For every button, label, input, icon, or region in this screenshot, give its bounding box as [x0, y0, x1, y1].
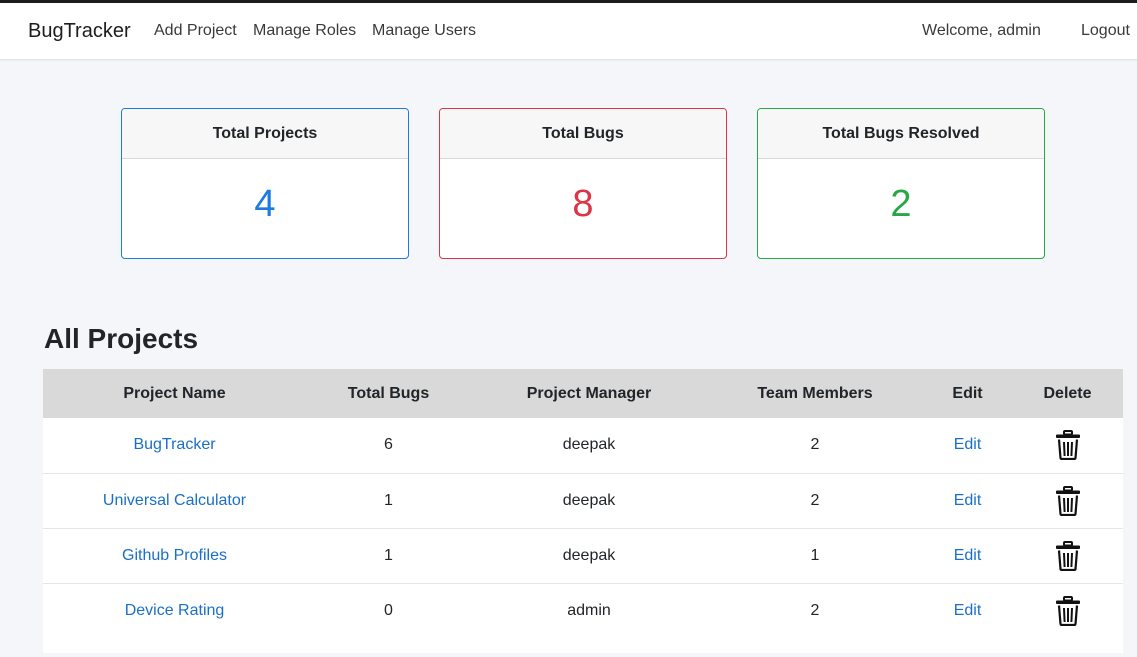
total-bugs-card: Total Bugs 8	[439, 108, 727, 259]
total-projects-label: Total Projects	[122, 109, 408, 159]
table-row: Universal Calculator 1 deepak 2 Edit	[43, 473, 1123, 528]
col-header-team-members: Team Members	[757, 384, 873, 402]
trash-icon[interactable]	[1055, 485, 1081, 516]
project-manager-cell: deepak	[562, 436, 616, 454]
project-name-link[interactable]: Github Profiles	[122, 547, 227, 564]
table-header-row: Project Name Total Bugs Project Manager …	[43, 369, 1123, 418]
navbar: BugTracker Add Project Manage Roles Mana…	[0, 3, 1137, 60]
welcome-text: Welcome, admin	[922, 22, 1041, 39]
table-row: BugTracker 6 deepak 2 Edit	[43, 418, 1123, 473]
nav-add-project[interactable]: Add Project	[154, 22, 237, 40]
team-members-cell: 1	[810, 546, 820, 564]
edit-link[interactable]: Edit	[954, 492, 982, 509]
project-name-link[interactable]: Device Rating	[125, 602, 225, 619]
project-manager-cell: admin	[567, 601, 611, 619]
total-bugs-resolved-label: Total Bugs Resolved	[758, 109, 1044, 159]
edit-link[interactable]: Edit	[954, 547, 982, 564]
col-header-delete: Delete	[1043, 384, 1092, 402]
trash-icon[interactable]	[1055, 595, 1081, 626]
total-bugs-resolved-value: 2	[890, 183, 912, 225]
col-header-edit: Edit	[952, 384, 983, 402]
total-bugs-value: 8	[572, 183, 594, 225]
col-header-project-manager: Project Manager	[526, 384, 652, 402]
project-name-link[interactable]: BugTracker	[133, 436, 215, 453]
total-bugs-cell: 0	[384, 601, 393, 619]
col-header-total-bugs: Total Bugs	[347, 384, 430, 402]
total-bugs-resolved-card: Total Bugs Resolved 2	[757, 108, 1045, 259]
total-bugs-label: Total Bugs	[440, 109, 726, 159]
team-members-cell: 2	[810, 491, 820, 509]
projects-table: Project Name Total Bugs Project Manager …	[43, 369, 1123, 638]
trash-icon[interactable]	[1055, 430, 1081, 461]
team-members-cell: 2	[810, 601, 820, 619]
edit-link[interactable]: Edit	[954, 602, 982, 619]
nav-manage-users[interactable]: Manage Users	[372, 22, 476, 40]
total-bugs-cell: 6	[384, 436, 393, 454]
total-projects-value: 4	[254, 183, 276, 225]
total-projects-card: Total Projects 4	[121, 108, 409, 259]
table-row: Device Rating 0 admin 2 Edit	[43, 583, 1123, 638]
team-members-cell: 2	[810, 436, 820, 454]
project-name-link[interactable]: Universal Calculator	[103, 492, 246, 509]
table-row: Github Profiles 1 deepak 1 Edit	[43, 528, 1123, 583]
col-header-project-name: Project Name	[123, 384, 226, 402]
edit-link[interactable]: Edit	[954, 436, 982, 453]
total-bugs-cell: 1	[384, 491, 393, 509]
brand-logo[interactable]: BugTracker	[28, 20, 131, 43]
nav-manage-roles[interactable]: Manage Roles	[253, 22, 356, 40]
page-title: All Projects	[44, 323, 199, 354]
total-bugs-cell: 1	[384, 546, 393, 564]
project-manager-cell: deepak	[562, 546, 616, 564]
logout-link[interactable]: Logout	[1081, 22, 1130, 40]
project-manager-cell: deepak	[562, 491, 616, 509]
trash-icon[interactable]	[1055, 540, 1081, 571]
projects-table-container: Project Name Total Bugs Project Manager …	[43, 369, 1123, 653]
